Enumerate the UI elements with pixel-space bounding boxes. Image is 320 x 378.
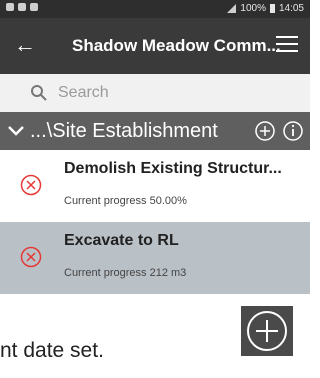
status-bar: 100% 14:05 xyxy=(0,0,310,18)
not-started-x-icon[interactable] xyxy=(20,174,42,196)
system-status: 100% 14:05 xyxy=(227,3,304,14)
add-circle-icon[interactable] xyxy=(254,120,276,142)
help-text: nt date set. xyxy=(0,339,104,362)
back-arrow-icon[interactable]: ← xyxy=(14,32,36,58)
task-row[interactable]: Demolish Existing Structur... Current pr… xyxy=(0,150,310,222)
page-title: Shadow Meadow Comm... xyxy=(72,36,281,55)
add-button[interactable] xyxy=(241,306,293,356)
not-started-x-icon[interactable] xyxy=(20,246,42,268)
task-row-selected[interactable]: Excavate to RL Current progress 212 m3 xyxy=(0,222,310,294)
task-name: Excavate to RL xyxy=(64,232,179,249)
notification-icon xyxy=(6,3,14,11)
notification-icon xyxy=(30,3,38,11)
signal-icon xyxy=(227,4,237,13)
task-name: Demolish Existing Structur... xyxy=(64,160,282,177)
search-input[interactable]: Search xyxy=(58,84,109,102)
task-progress: Current progress 212 m3 xyxy=(64,267,187,279)
app-bar: ← Shadow Meadow Comm... xyxy=(0,18,310,74)
search-bar[interactable]: Search xyxy=(0,74,310,112)
folder-label: ...\Site Establishment xyxy=(30,120,218,142)
battery-percent: 100% xyxy=(240,3,266,14)
chevron-down-icon[interactable] xyxy=(6,121,26,141)
task-progress: Current progress 50.00% xyxy=(64,195,187,207)
folder-header[interactable]: ...\Site Establishment xyxy=(0,112,310,150)
notification-icon xyxy=(18,3,26,11)
battery-icon xyxy=(269,4,275,13)
hamburger-menu-icon[interactable] xyxy=(276,36,298,54)
clock: 14:05 xyxy=(278,3,304,14)
phone-screen: 100% 14:05 ← Shadow Meadow Comm... Searc… xyxy=(0,0,310,298)
info-icon[interactable] xyxy=(282,120,304,142)
notification-icons xyxy=(6,3,38,11)
add-circle-icon xyxy=(247,311,287,351)
search-icon xyxy=(31,85,47,101)
